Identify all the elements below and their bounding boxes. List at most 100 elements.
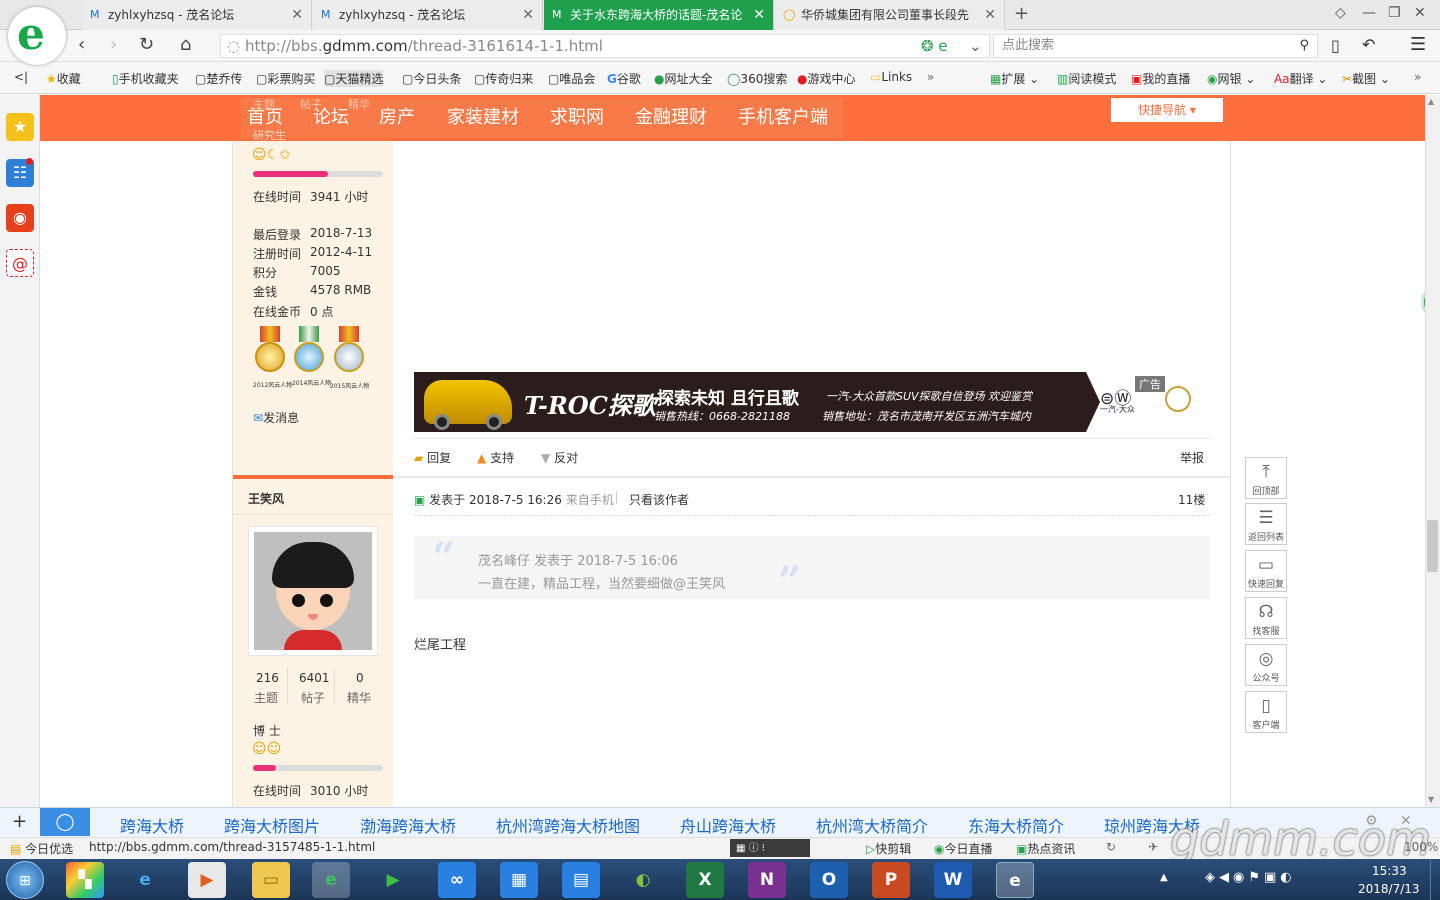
- nav-decor[interactable]: 家装建材: [447, 103, 519, 129]
- scrollbar[interactable]: [1425, 95, 1440, 807]
- show-desktop-button[interactable]: [1430, 860, 1440, 900]
- send-message-link[interactable]: ✉发消息: [253, 409, 299, 426]
- count-posts[interactable]: 6401: [299, 671, 330, 685]
- tray-expand-icon[interactable]: ▲: [1160, 872, 1168, 883]
- close-window-icon[interactable]: ✕: [1414, 5, 1426, 21]
- quick-reply-button[interactable]: ▭ 快速回复: [1245, 550, 1287, 592]
- tool-live[interactable]: ▣我的直播: [1131, 70, 1190, 87]
- report-link[interactable]: 举报: [1180, 449, 1204, 466]
- ie-mode-icon[interactable]: ❂ e: [921, 35, 948, 57]
- browser-logo-icon[interactable]: e: [8, 7, 66, 65]
- medal-icon[interactable]: [332, 326, 366, 382]
- hot-word[interactable]: 舟山跨海大桥: [680, 813, 776, 837]
- active-browser-icon[interactable]: e: [996, 862, 1034, 898]
- bookmark-item[interactable]: ▯手机收藏夹: [112, 70, 179, 87]
- reply-button[interactable]: ▰ 回复: [414, 449, 451, 466]
- close-icon[interactable]: ✕: [753, 0, 765, 30]
- bookmark-item[interactable]: ★收藏: [46, 70, 81, 87]
- tool-bank[interactable]: ◉网银 ⌄: [1207, 70, 1255, 87]
- outlook-icon[interactable]: O: [810, 862, 848, 898]
- bookmark-item[interactable]: ▢楚乔传: [195, 70, 242, 87]
- count-digest[interactable]: 0: [356, 671, 364, 685]
- clock-date[interactable]: 2018/7/13: [1358, 882, 1420, 896]
- quick-nav-button[interactable]: 快捷导航 ▾: [1111, 98, 1223, 122]
- floor-number[interactable]: 11楼: [1178, 491, 1205, 508]
- count-topics[interactable]: 216: [256, 671, 279, 685]
- close-icon[interactable]: ✕: [522, 0, 534, 30]
- nav-jobs[interactable]: 求职网: [550, 103, 604, 129]
- avatar[interactable]: [248, 526, 378, 656]
- add-icon[interactable]: +: [12, 811, 27, 832]
- back-to-top-button[interactable]: ⤒ 回顶部: [1245, 457, 1287, 499]
- back-to-list-button[interactable]: ☰ 返回列表: [1245, 503, 1287, 545]
- chevron-down-icon[interactable]: ⌄: [969, 35, 982, 57]
- home-icon[interactable]: ⌂: [180, 34, 191, 55]
- onenote-icon[interactable]: N: [748, 862, 786, 898]
- bookmark-item[interactable]: ●游戏中心: [797, 70, 856, 87]
- refresh-icon[interactable]: ↻: [139, 34, 154, 55]
- folder-icon[interactable]: ▭: [252, 862, 290, 898]
- hot-word[interactable]: 东海大桥简介: [968, 813, 1064, 837]
- collapse-icon[interactable]: <|: [14, 70, 28, 84]
- tab-4[interactable]: ◯ 华侨城集团有限公司董事长段先 ✕: [775, 0, 1005, 30]
- today-picks[interactable]: ▤ 今日优选: [10, 840, 73, 857]
- forward-icon[interactable]: ›: [110, 34, 117, 55]
- tab-1[interactable]: Mzyhlxyhzsq - 茂名论坛 ✕: [82, 0, 312, 30]
- restore-icon[interactable]: ❐: [1388, 5, 1401, 21]
- bookmark-item[interactable]: ◯360搜索: [727, 70, 787, 87]
- more-bookmarks[interactable]: »: [927, 70, 934, 84]
- word-icon[interactable]: W: [934, 862, 972, 898]
- username-link[interactable]: 王笑风: [248, 490, 284, 507]
- media-player-icon[interactable]: ▶: [188, 862, 226, 898]
- customer-service-button[interactable]: ☊ 找客服: [1245, 597, 1287, 639]
- speed-icon[interactable]: ↻: [1106, 840, 1116, 854]
- back-icon[interactable]: ‹: [78, 34, 85, 55]
- grid-app-icon[interactable]: ▦: [500, 862, 538, 898]
- hot-word[interactable]: 杭州湾大桥简介: [816, 813, 928, 837]
- bookmark-item[interactable]: ▢天猫精选: [324, 70, 384, 87]
- bookmark-item[interactable]: ●网址大全: [654, 70, 713, 87]
- start-button-icon[interactable]: ⊞: [6, 861, 44, 899]
- window-app-icon[interactable]: ▤: [562, 862, 600, 898]
- scroll-down-icon[interactable]: ▼: [1428, 795, 1434, 804]
- powerpoint-icon[interactable]: P: [872, 862, 910, 898]
- status-item[interactable]: ◉今日直播: [934, 840, 993, 857]
- undo-icon[interactable]: ↶: [1362, 35, 1375, 54]
- close-icon[interactable]: ✕: [984, 0, 996, 30]
- favorites-star-icon[interactable]: ★: [6, 113, 34, 141]
- close-icon[interactable]: ✕: [291, 0, 303, 30]
- support-button[interactable]: ▲ 支持: [477, 449, 514, 466]
- url-input[interactable]: ◌ http://bbs.gdmm.com/thread-3161614-1-1.…: [220, 34, 990, 58]
- cloud-icon[interactable]: ∞: [438, 862, 476, 898]
- pin-icon[interactable]: ✈: [1148, 840, 1158, 854]
- bookmark-item[interactable]: ▭Links: [870, 70, 912, 84]
- bookmark-item[interactable]: ▢传奇归来: [474, 70, 533, 87]
- 360-browser-icon[interactable]: e: [312, 862, 350, 898]
- hot-word[interactable]: 跨海大桥图片: [224, 813, 320, 837]
- status-item[interactable]: ▣热点资讯: [1016, 840, 1075, 857]
- windows-logo-app-icon[interactable]: ▚: [66, 862, 104, 898]
- medal-icon[interactable]: [292, 326, 326, 382]
- nav-house[interactable]: 房产: [379, 103, 415, 129]
- oppose-button[interactable]: ▼ 反对: [541, 449, 578, 466]
- hot-word[interactable]: 渤海跨海大桥: [360, 813, 456, 837]
- search-input[interactable]: 点此搜索 ⚲: [993, 34, 1318, 58]
- scrollbar-thumb[interactable]: [1427, 520, 1438, 572]
- wechat-button[interactable]: ◎ 公众号: [1245, 644, 1287, 686]
- excel-icon[interactable]: X: [686, 862, 724, 898]
- mail-at-icon[interactable]: @: [6, 249, 34, 277]
- medal-icon[interactable]: [253, 326, 287, 382]
- hot-word[interactable]: 杭州湾跨海大桥地图: [496, 813, 640, 837]
- menu-icon[interactable]: ☰: [1410, 34, 1426, 55]
- tool-reading[interactable]: ▥阅读模式: [1057, 70, 1116, 87]
- bookmark-item[interactable]: ▢今日头条: [402, 70, 461, 87]
- nav-mobile[interactable]: 手机客户端: [738, 103, 828, 129]
- nav-finance[interactable]: 金融理财: [635, 103, 707, 129]
- app-button[interactable]: ▯ 客户端: [1245, 691, 1287, 733]
- tool-translate[interactable]: Aa翻译 ⌄: [1274, 70, 1327, 87]
- tab-2[interactable]: Mzyhlxyhzsq - 茂名论坛 ✕: [313, 0, 543, 30]
- tool-extend[interactable]: ▦扩展 ⌄: [990, 70, 1039, 87]
- skin-icon[interactable]: ◇: [1335, 5, 1346, 21]
- minimize-icon[interactable]: —: [1362, 5, 1376, 21]
- system-tray-icons[interactable]: ◈◀◉⚑▣◐: [1205, 870, 1296, 885]
